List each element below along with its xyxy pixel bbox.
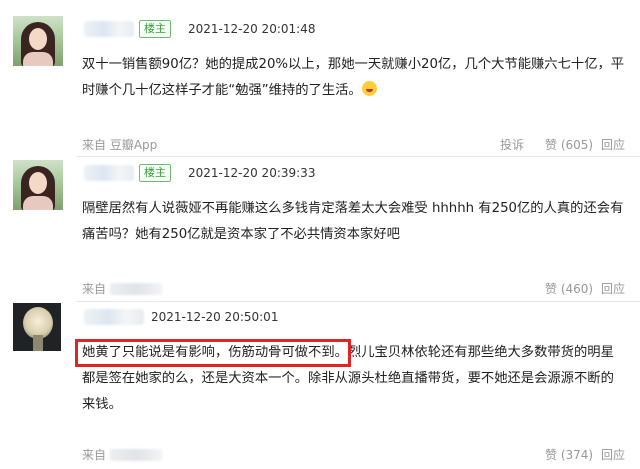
comment-source: 来自 xyxy=(82,447,162,463)
highlighted-sentence: 她黄了只能说是有影响，伤筋动骨可做不到。 xyxy=(82,345,348,360)
comment-line: 来钱。 xyxy=(82,397,122,412)
comment-timestamp: 2021-12-20 20:39:33 xyxy=(188,166,316,180)
reply-link[interactable]: 回应 xyxy=(601,281,625,297)
like-count-link[interactable]: 赞 (374) xyxy=(545,447,593,463)
op-badge: 楼主 xyxy=(139,164,171,182)
comment-line-with-emoji: 时赚个几十亿这样子才能“勉强”维持的了生活。 xyxy=(82,78,634,104)
user-avatar[interactable] xyxy=(13,160,63,210)
source-blurred xyxy=(109,283,162,295)
comment-line: 双十一销售额90亿？她的提成20%以上，那她一天就赚小20亿，几个大节能赚六七十… xyxy=(82,57,625,72)
comment-text: 隔壁居然有人说薇娅不再能赚这么多钱肯定落差太大会难受 hhhhh 有250亿的人… xyxy=(82,196,634,248)
reply-link[interactable]: 回应 xyxy=(601,447,625,463)
comment-text: 双十一销售额90亿？她的提成20%以上，那她一天就赚小20亿，几个大节能赚六七十… xyxy=(82,52,634,104)
like-count-link[interactable]: 赞 (460) xyxy=(545,281,593,297)
laughing-emoji-icon xyxy=(361,81,377,96)
user-avatar[interactable] xyxy=(13,303,61,351)
report-link[interactable]: 投诉 xyxy=(500,137,524,153)
user-avatar[interactable] xyxy=(13,16,63,66)
comment-timestamp: 2021-12-20 20:50:01 xyxy=(151,310,279,324)
like-count-link[interactable]: 赞 (605) xyxy=(545,137,593,153)
comment-text: 她黄了只能说是有影响，伤筋动骨可做不到。烈儿宝贝林依轮还有那些绝大多数带货的明星… xyxy=(82,340,634,418)
reply-link[interactable]: 回应 xyxy=(601,137,625,153)
comment-timestamp: 2021-12-20 20:01:48 xyxy=(188,22,316,36)
source-blurred xyxy=(109,449,162,461)
username-blurred[interactable] xyxy=(84,165,134,181)
comment-divider xyxy=(76,156,640,157)
comment-line: 痛苦吗？她有250亿就是资本家了不必共情资本家好吧 xyxy=(82,227,400,242)
username-blurred[interactable] xyxy=(84,21,134,37)
comment-line: 她黄了只能说是有影响，伤筋动骨可做不到。烈儿宝贝林依轮还有那些绝大多数带货的明星 xyxy=(82,345,614,360)
comment-source: 来自 豆瓣App xyxy=(82,138,158,152)
comment-divider xyxy=(76,301,640,302)
comment-source: 来自 xyxy=(82,281,162,297)
username-blurred[interactable] xyxy=(84,309,144,325)
comment-line: 都是签在她家的么，还是大资本一个。除非从源头杜绝直播带货，要不她还是会源源不断的 xyxy=(82,371,614,386)
comment-line: 隔壁居然有人说薇娅不再能赚这么多钱肯定落差太大会难受 hhhhh 有250亿的人… xyxy=(82,201,624,216)
op-badge: 楼主 xyxy=(139,20,171,38)
